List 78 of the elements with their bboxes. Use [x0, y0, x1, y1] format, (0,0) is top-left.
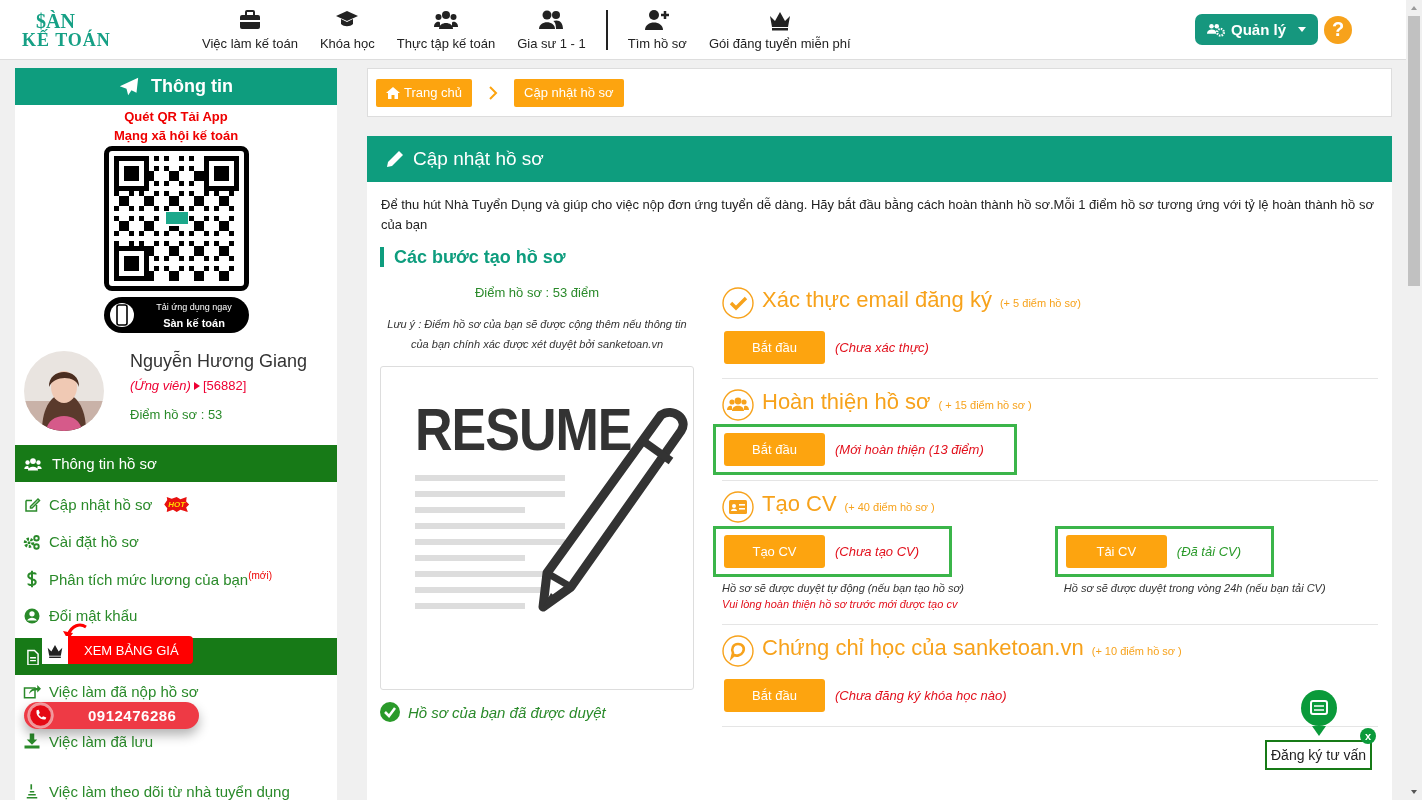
crown-icon — [42, 636, 68, 664]
step-points: ( + 15 điểm hồ sơ ) — [938, 399, 1032, 411]
step-title: Chứng chỉ học của sanketoan.vn — [762, 635, 1084, 661]
gears-icon — [23, 532, 41, 551]
user-plus-icon — [645, 8, 670, 32]
sidebar-item[interactable]: Cập nhật hồ sơ HOT — [23, 486, 190, 523]
nav-item[interactable]: Việc làm kế toán — [202, 8, 298, 51]
user-pair-icon — [539, 8, 564, 32]
sidebar-item[interactable]: Việc làm đã nộp hồ sơ — [23, 681, 199, 701]
step-title: Tạo CV — [762, 491, 837, 517]
resume-title: RESUME — [415, 395, 632, 464]
triangle-icon — [193, 381, 200, 390]
score-text: Điểm hồ sơ : 53 điểm — [474, 285, 600, 300]
phone-icon — [109, 300, 134, 330]
step-points: (+ 5 điểm hồ sơ) — [999, 297, 1081, 309]
qr-caption: Quét QR Tải App — [123, 108, 229, 126]
sidebar-item[interactable]: Việc làm đã lưu — [23, 731, 153, 751]
sidebar-title: Thông tin — [151, 76, 233, 97]
step-points: (+ 40 điểm hồ sơ ) — [844, 501, 935, 513]
edit-icon — [23, 495, 41, 514]
hot-badge: HOT — [164, 497, 190, 512]
download-icon — [23, 732, 41, 750]
note-text: Hồ sơ sẽ được duyệt trong vòng 24h (nếu bạn tải CV) — [1063, 582, 1326, 594]
approved-text: Hồ sơ của bạn đã được duyệt — [408, 703, 606, 721]
step-points: (+ 10 điểm hồ sơ ) — [1091, 645, 1182, 657]
profile-role: (Ứng viên) — [130, 378, 191, 393]
status-text: (Chưa xác thực) — [835, 340, 929, 355]
send-icon — [119, 76, 139, 97]
section-heading: Các bước tạo hồ sơ — [380, 247, 566, 267]
phone-button[interactable]: 0912476286 — [24, 702, 199, 729]
sidebar-item[interactable]: Cài đặt hồ sơ — [23, 523, 139, 560]
pencil-icon — [385, 149, 405, 169]
profile-name: Nguyễn Hương Giang — [130, 351, 307, 372]
profile-id: [56882] — [202, 378, 247, 393]
intro-text: Để thu hút Nhà Tuyển Dụng và giúp cho việc nộp đơn ứng tuyển dễ dàng. Hãy bắt đầu bằng cách hoàn thành hồ sơ.Mỗi 1 điểm hồ sơ tương ứng với tỷ lệ hoàn thành hồ sơ của bạn — [380, 196, 1375, 234]
step-title: Hoàn thiện hồ sơ — [762, 389, 931, 415]
warning-note: Vui lòng hoàn thiện hồ sơ trước mới được tạo cv — [722, 598, 959, 610]
users-icon — [24, 455, 42, 472]
nav-item[interactable]: Gói đăng tuyển miễn phí — [708, 8, 851, 51]
nav-item[interactable]: Khóa học — [319, 8, 375, 51]
step-title: Xác thực email đăng ký — [762, 287, 992, 313]
price-list-button[interactable]: XEM BẢNG GIÁ — [68, 636, 193, 664]
note-text: Hồ sơ sẽ được duyệt tự động (nếu bạn tạo hồ sơ) — [722, 582, 964, 594]
step-icon — [722, 287, 754, 319]
chevron-icon — [488, 85, 499, 100]
nav-item[interactable]: Thực tập kế toán — [396, 8, 496, 51]
nav-item[interactable]: Tìm hồ sơ — [627, 8, 687, 51]
sidebar-item[interactable]: Đổi mật khẩu — [23, 597, 138, 634]
home-icon — [386, 86, 400, 99]
step-icon — [722, 491, 754, 523]
note-text: Lưu ý : Điểm hồ sơ của bạn sẽ được cộng thêm nếu thông tin của bạn chính xác được xét duyệt bởi sanketoan.vn — [387, 317, 687, 352]
briefcase-icon — [237, 8, 262, 32]
sidebar-item[interactable]: Việc làm theo dõi từ nhà tuyển dụng — [23, 781, 290, 800]
app-download-badge[interactable]: Tải ứng dụng ngay Sàn kế toán — [103, 297, 249, 333]
document-icon — [24, 648, 42, 665]
qr-caption: Mạng xã hội kế toán — [112, 127, 240, 145]
status-text: (Chưa đăng ký khóa học nào) — [835, 688, 1007, 703]
step-icon — [722, 389, 754, 421]
step-icon — [722, 635, 754, 667]
card-title: Cập nhật hồ sơ — [413, 148, 544, 170]
nav-item[interactable]: Gia sư 1 - 1 — [517, 8, 586, 51]
profile-score: Điểm hồ sơ : 53 — [130, 407, 224, 422]
user-circle-icon — [23, 606, 41, 625]
status-text: (Chưa tạo CV) — [835, 544, 920, 559]
sidebar-item[interactable]: Phân tích mức lương của bạn$^{(mới)}$ — [23, 560, 272, 597]
share-icon — [23, 682, 41, 700]
caret-icon — [1298, 27, 1306, 32]
phone-icon — [27, 702, 54, 729]
manage-button[interactable]: Quản lý — [1195, 14, 1318, 45]
users-icon — [433, 8, 458, 32]
consult-button[interactable]: Đăng ký tư vấn — [1265, 740, 1372, 770]
status-text: (Đã tải CV) — [1176, 544, 1242, 559]
users-gear-icon — [1207, 22, 1225, 37]
logo[interactable]: $ÀN KẾ TOÁN — [22, 10, 122, 49]
section-title: Thông tin hồ sơ — [52, 455, 157, 472]
status-text: (Mới hoàn thiện (13 điểm) — [835, 442, 984, 457]
consult-icon[interactable] — [1300, 690, 1338, 736]
check-circle-icon — [380, 702, 400, 722]
